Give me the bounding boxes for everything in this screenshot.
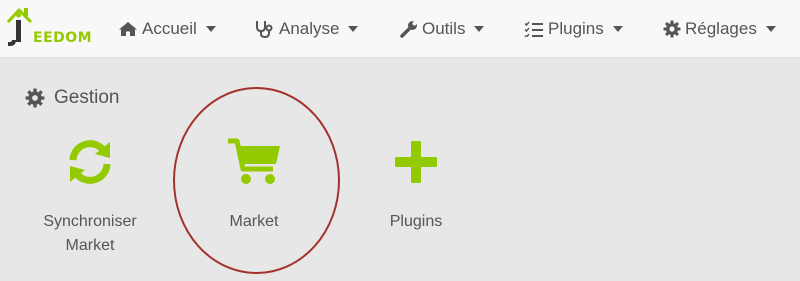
chevron-down-icon: [612, 25, 624, 33]
nav-plugins-label: Plugins: [548, 19, 604, 38]
gear-icon: [663, 20, 681, 38]
shopping-cart-icon: [189, 134, 319, 190]
chevron-down-icon: [205, 25, 217, 33]
nav-analyse-label: Analyse: [279, 19, 340, 38]
section-title-label: Gestion: [54, 87, 120, 108]
home-icon: [118, 21, 138, 37]
tile-plugins[interactable]: Plugins: [351, 130, 481, 260]
tasks-list-icon: [524, 21, 544, 37]
chevron-down-icon: [473, 25, 485, 33]
nav-analyse[interactable]: Analyse: [255, 16, 359, 42]
jeedom-logo[interactable]: EEDOM: [5, 4, 97, 52]
chevron-down-icon: [347, 25, 359, 33]
stethoscope-icon: [255, 20, 275, 38]
tile-sync-market-label: Synchroniser Market: [25, 210, 155, 258]
nav-outils-label: Outils: [422, 19, 466, 38]
logo-text: EEDOM: [33, 30, 93, 46]
nav-accueil[interactable]: Accueil: [118, 16, 217, 42]
gear-icon: [25, 88, 45, 108]
plus-icon: [351, 134, 481, 190]
nav-outils[interactable]: Outils: [400, 16, 485, 42]
tile-sync-market-label-line2: Market: [65, 237, 115, 254]
tile-sync-market-label-line1: Synchroniser: [43, 213, 137, 230]
tile-plugins-label: Plugins: [389, 213, 443, 230]
chevron-down-icon: [765, 25, 777, 33]
tile-market-label: Market: [229, 213, 279, 230]
tile-sync-market[interactable]: Synchroniser Market: [25, 130, 155, 260]
section-title: Gestion: [25, 87, 119, 109]
wrench-icon: [400, 20, 418, 38]
top-navbar: EEDOM Accueil Analyse Outils Plugins Rég…: [0, 0, 800, 58]
sync-icon: [25, 134, 155, 190]
nav-reglages[interactable]: Réglages: [663, 16, 777, 42]
tile-market[interactable]: Market: [189, 130, 319, 260]
nav-accueil-label: Accueil: [142, 19, 197, 38]
nav-reglages-label: Réglages: [685, 19, 757, 38]
nav-plugins[interactable]: Plugins: [524, 16, 624, 42]
